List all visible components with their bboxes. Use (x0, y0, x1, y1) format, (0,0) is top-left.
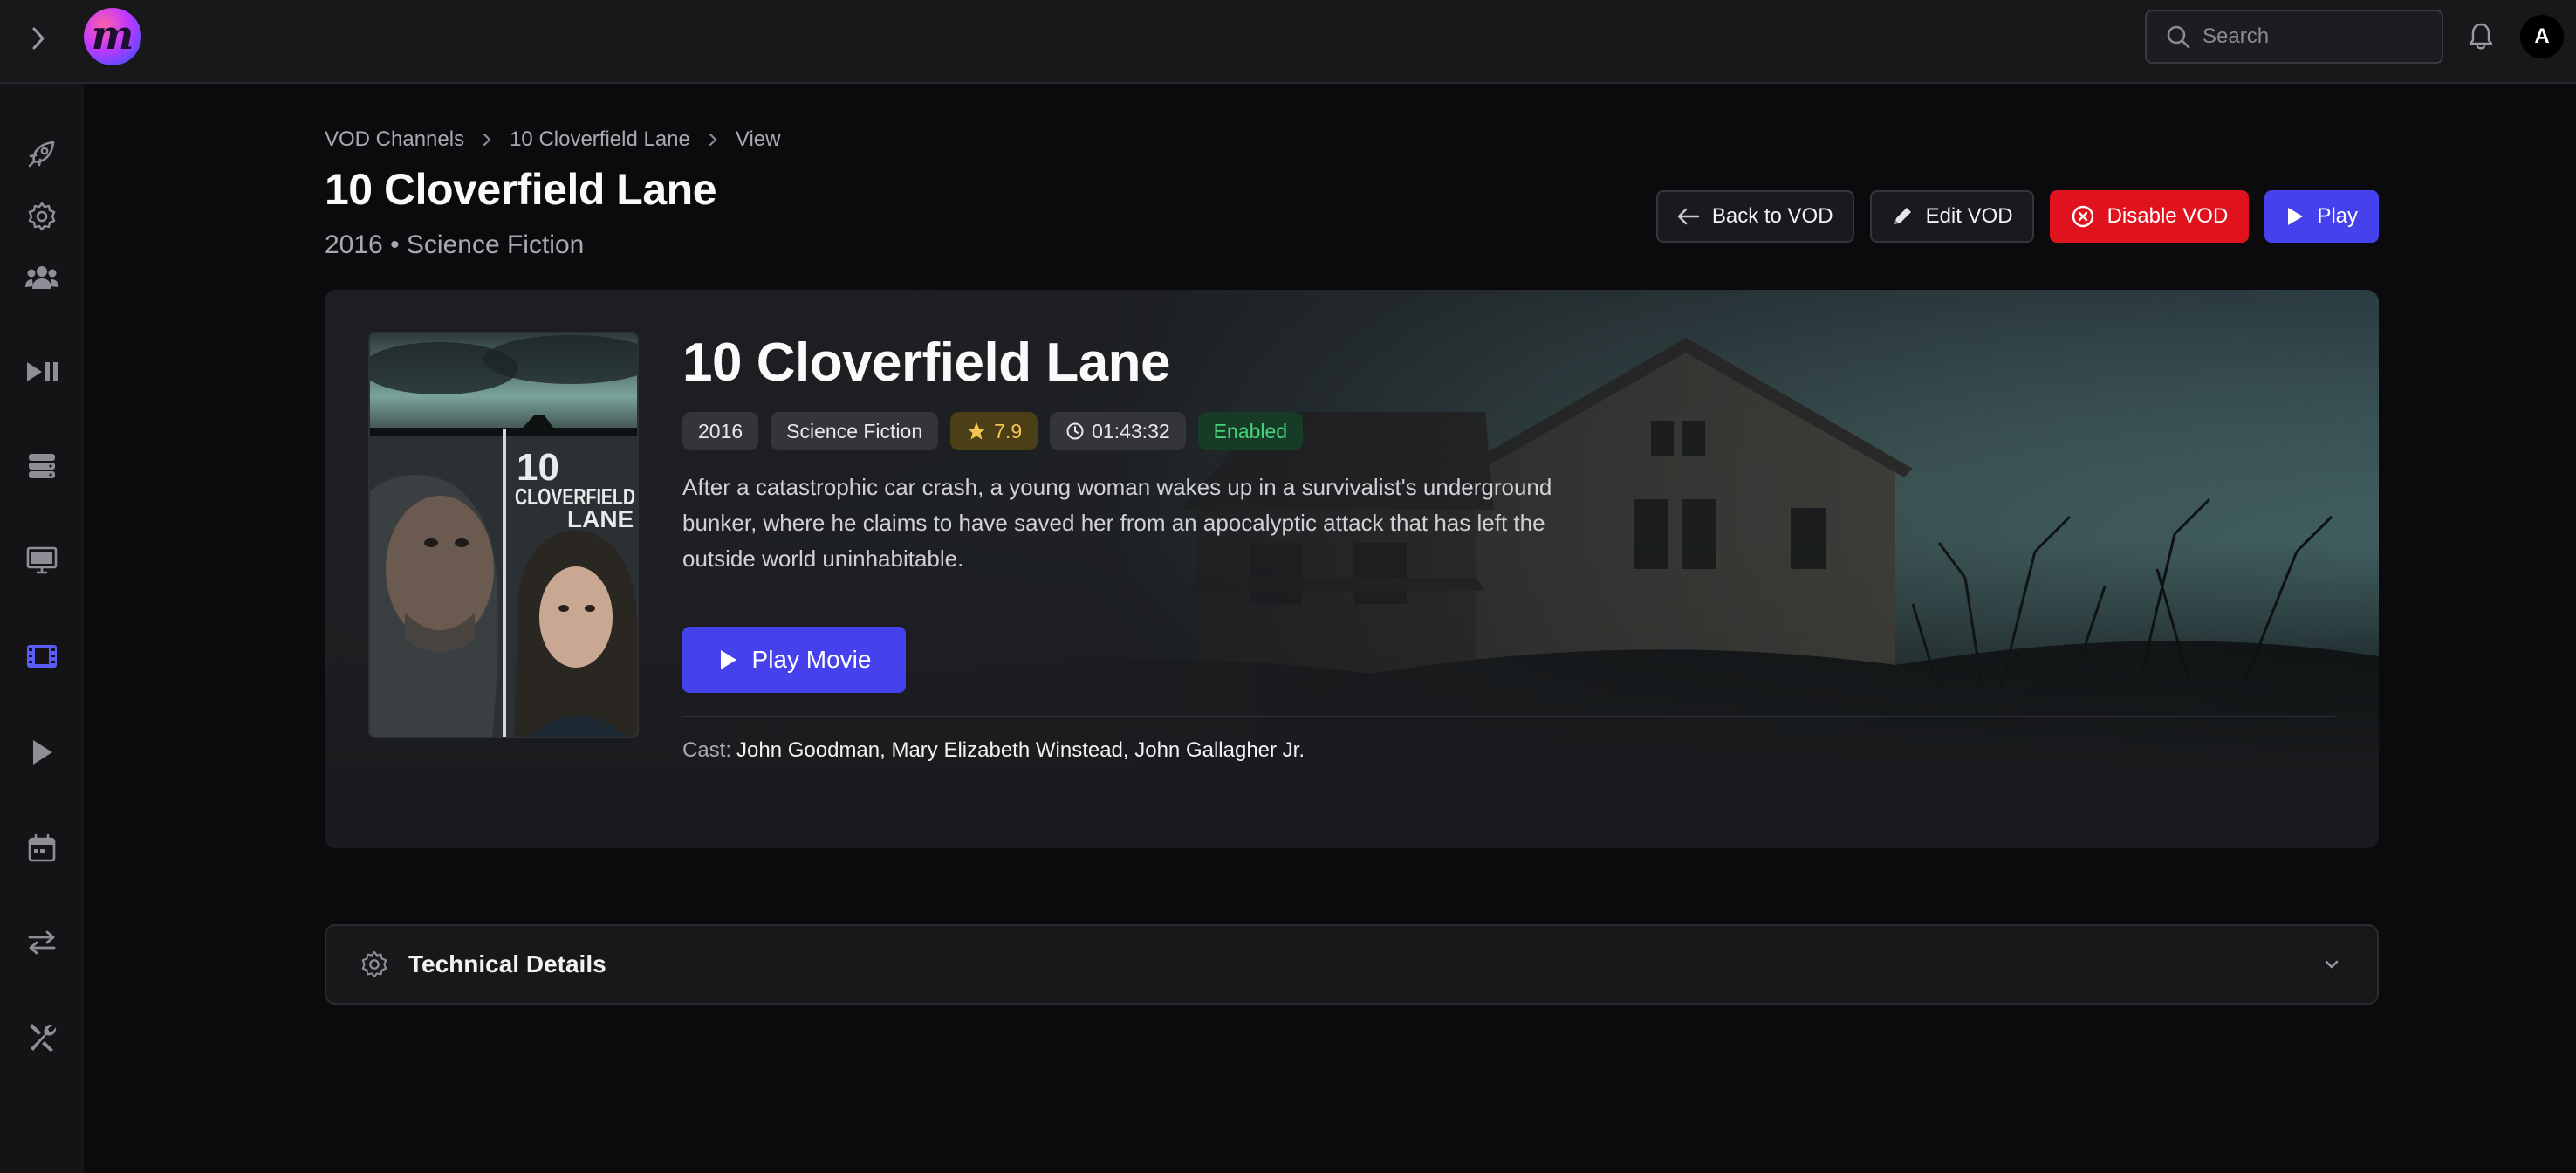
sidebar-item-users[interactable] (24, 260, 59, 295)
chevron-right-icon (708, 132, 718, 147)
cast-label: Cast: (682, 738, 732, 762)
sidebar-item-dashboard[interactable] (24, 136, 59, 171)
sidebar-item-live[interactable] (24, 354, 59, 389)
sidebar-item-settings[interactable] (24, 199, 59, 234)
movie-title: 10 Cloverfield Lane (682, 333, 1171, 393)
play-label: Play (2317, 204, 2358, 228)
star-icon (968, 422, 986, 440)
back-to-vod-button[interactable]: Back to VOD (1655, 190, 1854, 243)
tools-icon (30, 1024, 57, 1052)
chevron-down-icon (2325, 960, 2339, 969)
play-button[interactable]: Play (2264, 190, 2379, 243)
disable-vod-label: Disable VOD (2107, 204, 2229, 228)
avatar-initial: A (2534, 24, 2550, 48)
rating-value: 7.9 (994, 419, 1023, 442)
pencil-icon (1894, 208, 1911, 224)
technical-details-accordion[interactable]: Technical Details (325, 924, 2379, 1005)
breadcrumb: VOD Channels 10 Cloverfield Lane View (325, 127, 780, 152)
page-title: 10 Cloverfield Lane (325, 165, 717, 214)
sidebar (0, 84, 84, 1173)
edit-vod-label: Edit VOD (1925, 204, 2013, 228)
play-movie-label: Play Movie (751, 646, 872, 673)
movie-poster: 10 CLOVERFIELD LANE (368, 332, 639, 738)
genre-value: Science Fiction (786, 419, 923, 442)
sidebar-item-vod[interactable] (24, 639, 59, 674)
play-icon (720, 650, 736, 669)
sidebar-item-series[interactable] (24, 735, 59, 770)
chevron-right-icon (32, 27, 45, 50)
server-icon (29, 454, 55, 478)
search-icon (2167, 25, 2190, 49)
users-icon (25, 266, 58, 289)
rocket-icon (28, 141, 55, 168)
gear-icon (361, 950, 387, 978)
movie-description: After a catastrophic car crash, a young … (682, 474, 1552, 572)
disable-vod-button[interactable]: Disable VOD (2049, 190, 2250, 243)
back-to-vod-label: Back to VOD (1711, 204, 1833, 228)
movie-meta-chips: 2016 Science Fiction 7.9 01:43:32 Enable… (682, 412, 1304, 450)
rating-chip: 7.9 (950, 412, 1038, 450)
cast-line: Cast: John Goodman, Mary Elizabeth Winste… (682, 738, 1305, 763)
play-icon (2288, 208, 2304, 225)
status-value: Enabled (1213, 419, 1288, 442)
search-box[interactable] (2145, 10, 2443, 64)
cast-names: John Goodman, Mary Elizabeth Winstead, J… (736, 738, 1305, 762)
logo-letter: m (91, 11, 134, 58)
poster-title-line1: 10 (517, 446, 559, 489)
calendar-icon (28, 833, 56, 862)
year-chip: 2016 (682, 412, 759, 450)
edit-vod-button[interactable]: Edit VOD (1869, 190, 2034, 243)
chevron-right-icon (482, 132, 492, 147)
divider (682, 716, 2335, 717)
page-subtitle: 2016 • Science Fiction (325, 230, 585, 259)
poster-title-line3: LANE (567, 505, 634, 532)
monitor-icon (26, 546, 58, 574)
avatar[interactable]: A (2520, 15, 2564, 58)
top-bar: m A (0, 0, 2576, 84)
sidebar-item-servers[interactable] (24, 449, 59, 484)
sidebar-item-devices[interactable] (24, 543, 59, 578)
sidebar-item-transfers[interactable] (24, 925, 59, 960)
play-movie-button[interactable]: Play Movie (682, 627, 906, 693)
gear-icon (28, 202, 56, 231)
breadcrumb-view: View (735, 127, 781, 151)
search-input[interactable] (2203, 24, 2429, 49)
app-logo[interactable]: m (84, 8, 141, 65)
breadcrumb-vod-channels[interactable]: VOD Channels (325, 127, 464, 152)
duration-chip: 01:43:32 (1050, 412, 1186, 450)
film-icon (27, 645, 57, 668)
sidebar-item-tools[interactable] (24, 1019, 59, 1054)
status-badge: Enabled (1197, 412, 1304, 450)
circle-x-icon (2072, 205, 2093, 228)
notifications-button[interactable] (2466, 21, 2496, 52)
movie-hero-card: 10 CLOVERFIELD LANE 10 Cloverfield Lane … (325, 290, 2379, 848)
genre-chip: Science Fiction (771, 412, 939, 450)
arrows-exchange-icon (28, 930, 56, 955)
duration-value: 01:43:32 (1092, 419, 1170, 442)
play-icon (33, 740, 52, 765)
sidebar-item-epg[interactable] (24, 831, 59, 866)
year-value: 2016 (698, 419, 743, 442)
expand-sidebar-button[interactable] (23, 23, 54, 54)
breadcrumb-movie[interactable]: 10 Cloverfield Lane (510, 127, 690, 152)
arrow-left-icon (1677, 208, 1700, 225)
header-actions: Back to VOD Edit VOD Disable VOD Play (1655, 190, 2379, 243)
technical-details-label: Technical Details (408, 950, 606, 978)
play-pause-icon (27, 362, 58, 381)
clock-icon (1066, 422, 1084, 440)
poster-image: 10 CLOVERFIELD LANE (370, 333, 637, 737)
bell-icon (2469, 23, 2493, 50)
